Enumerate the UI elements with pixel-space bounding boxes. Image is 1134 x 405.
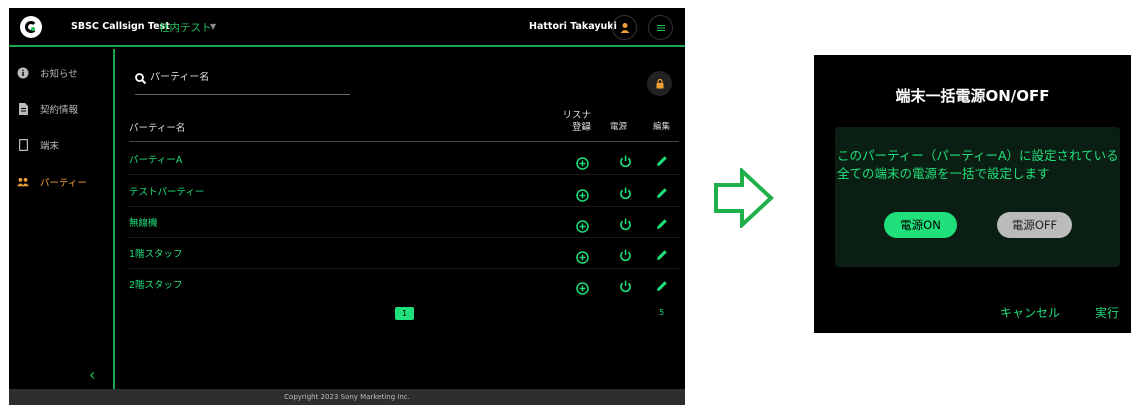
chevron-down-icon[interactable]: ▼ (210, 22, 216, 31)
app-screenshot: SBSC Callsign Test 社内テスト ▼ Hattori Takay… (9, 8, 685, 405)
user-button[interactable] (612, 15, 637, 40)
party-name[interactable]: 無線機 (129, 215, 158, 229)
dialog-body: このパーティー（パーティーA）に設定されている全ての端末の電源を一括で設定します… (835, 127, 1120, 267)
user-icon (620, 22, 629, 33)
sidebar-item-label: 契約情報 (40, 105, 79, 116)
menu-button[interactable] (648, 15, 673, 40)
sidebar-item-label: パーティー (40, 178, 87, 189)
execute-button[interactable]: 実行 (1095, 304, 1119, 321)
user-name: Hattori Takayuki (529, 21, 617, 32)
add-listener-icon[interactable] (575, 156, 589, 170)
menu-icon (656, 24, 665, 31)
sidebar-item-contract[interactable]: 契約情報 (17, 102, 78, 116)
sidebar-item-label: お知らせ (40, 69, 78, 80)
search-input[interactable] (150, 72, 330, 83)
main-content: パーティー名 リスナー 登録 電源 編集 パーティーAテストパーティー無線機1階… (117, 49, 685, 389)
search-bar (135, 72, 350, 95)
cancel-button[interactable]: キャンセル (1000, 304, 1060, 321)
power-icon[interactable] (618, 248, 632, 262)
sidebar: お知らせ 契約情報 端末 パーティー ‹ (9, 49, 115, 389)
sidebar-item-notices[interactable]: お知らせ (17, 66, 78, 80)
power-icon[interactable] (618, 154, 632, 168)
power-off-button[interactable]: 電源OFF (997, 212, 1072, 238)
add-listener-icon[interactable] (575, 219, 589, 233)
party-name[interactable]: 2階スタッフ (129, 277, 183, 291)
power-icon[interactable] (618, 186, 632, 200)
dialog-title: 端末一括電源ON/OFF (895, 87, 1050, 105)
power-on-button[interactable]: 電源ON (884, 212, 957, 238)
pagination-current[interactable]: 1 (395, 307, 414, 320)
lock-button[interactable] (647, 71, 672, 96)
row-divider (129, 174, 679, 175)
row-divider (129, 237, 679, 238)
row-divider (129, 206, 679, 207)
app-title: SBSC Callsign Test (71, 21, 170, 32)
device-icon (17, 139, 29, 151)
column-header-edit: 編集 (653, 122, 671, 132)
edit-icon[interactable] (655, 217, 669, 231)
add-listener-icon[interactable] (575, 188, 589, 202)
column-header-listener-sub: 登録 (571, 122, 591, 133)
environment-selector[interactable]: 社内テスト (159, 20, 212, 35)
dialog-message: このパーティー（パーティーA）に設定されている全ての端末の電源を一括で設定します (837, 148, 1119, 181)
column-header-power: 電源 (610, 122, 628, 132)
lock-icon (656, 78, 663, 88)
top-bar: SBSC Callsign Test 社内テスト ▼ Hattori Takay… (9, 8, 685, 47)
row-divider (129, 268, 679, 269)
document-icon (17, 103, 29, 115)
footer-copyright: Copyright 2023 Sony Marketing Inc. (9, 389, 685, 405)
sidebar-item-label: 端末 (40, 141, 60, 152)
arrow-right-icon (714, 168, 774, 228)
sidebar-item-devices[interactable]: 端末 (17, 138, 59, 152)
edit-icon[interactable] (655, 154, 669, 168)
add-listener-icon[interactable] (575, 281, 589, 295)
power-icon[interactable] (618, 279, 632, 293)
column-header-name: パーティー名 (129, 123, 186, 134)
power-dialog: 端末一括電源ON/OFF このパーティー（パーティーA）に設定されている全ての端… (814, 55, 1131, 333)
party-name[interactable]: 1階スタッフ (129, 246, 183, 260)
power-icon[interactable] (618, 217, 632, 231)
pagination-total: 5 (659, 308, 665, 317)
search-icon (135, 73, 146, 84)
sidebar-item-party[interactable]: パーティー (17, 175, 87, 189)
group-icon (17, 176, 29, 188)
info-icon (17, 67, 29, 79)
party-name[interactable]: テストパーティー (129, 184, 204, 198)
app-logo-icon (20, 16, 42, 38)
edit-icon[interactable] (655, 248, 669, 262)
chevron-left-icon[interactable]: ‹ (89, 365, 95, 384)
party-name[interactable]: パーティーA (129, 152, 182, 166)
add-listener-icon[interactable] (575, 250, 589, 264)
edit-icon[interactable] (655, 279, 669, 293)
edit-icon[interactable] (655, 186, 669, 200)
header-divider (129, 141, 679, 142)
